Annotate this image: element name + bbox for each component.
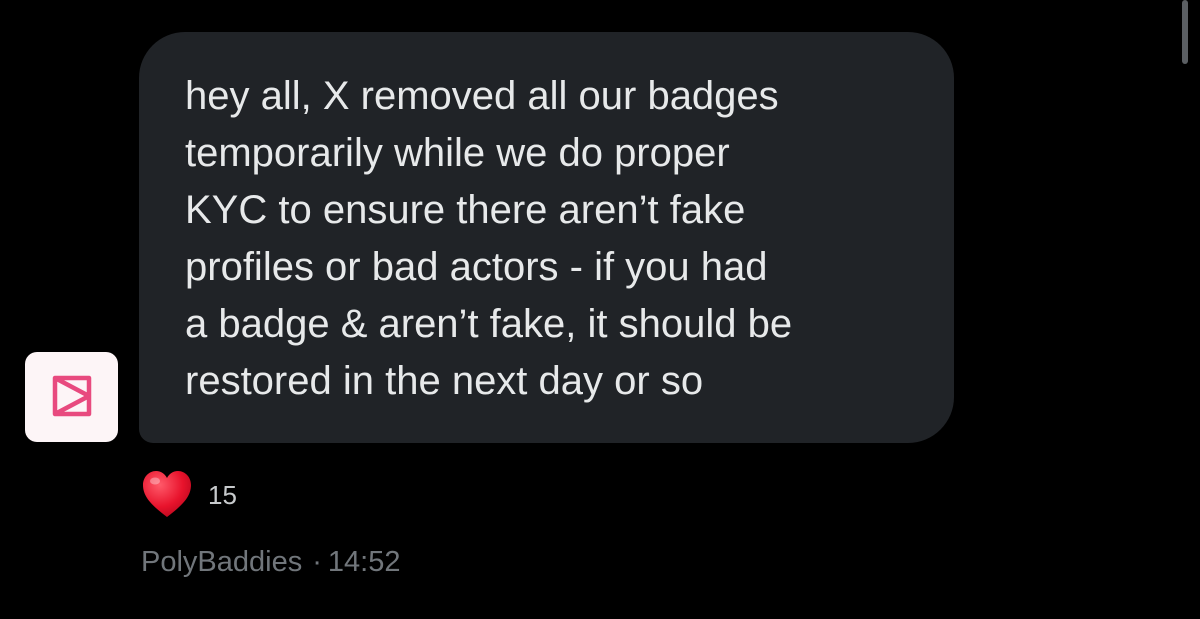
message-text: hey all, X removed all our badges tempor… <box>185 74 793 403</box>
message-bubble[interactable]: hey all, X removed all our badges tempor… <box>139 32 954 443</box>
message-time: 14:52 <box>327 546 401 578</box>
scrollbar[interactable] <box>1182 0 1188 64</box>
heart-icon <box>143 471 191 517</box>
message-meta: PolyBaddies · 14:52 <box>141 546 400 579</box>
reaction[interactable]: 15 <box>140 468 237 520</box>
sender-name: PolyBaddies <box>141 546 303 578</box>
reaction-count: 15 <box>208 479 237 510</box>
polybaddies-logo-icon <box>52 375 91 417</box>
meta-separator: · <box>312 546 322 578</box>
avatar[interactable] <box>25 352 118 442</box>
dm-conversation-view: hey all, X removed all our badges tempor… <box>0 0 1200 619</box>
